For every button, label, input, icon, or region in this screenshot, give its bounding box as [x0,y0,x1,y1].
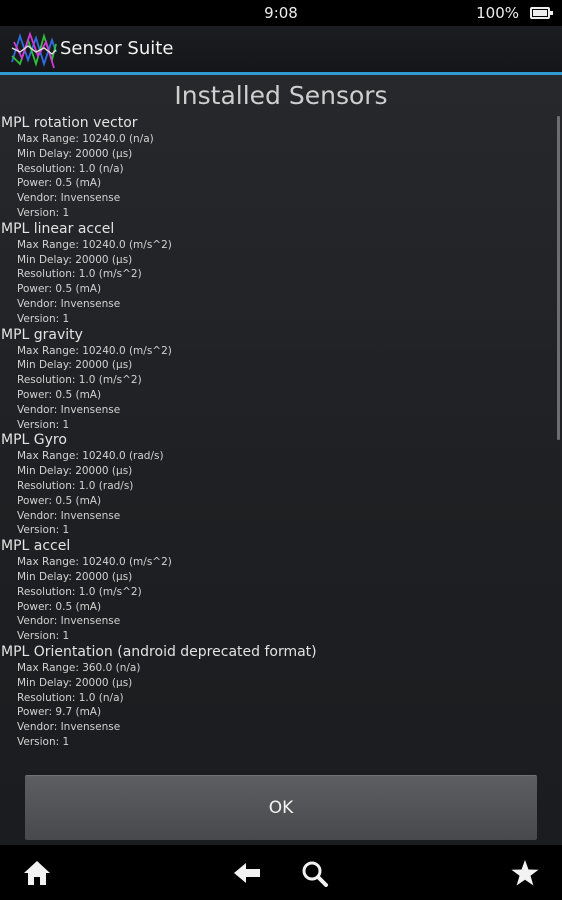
sensor-detail: Resolution: 1.0 (n/a) [17,162,124,175]
sensor-detail: Power: 0.5 (mA) [17,600,102,613]
sensor-detail: Version: 1 [17,735,70,748]
sensor-detail: Version: 1 [17,206,70,219]
sensor-detail: Max Range: 10240.0 (m/s^2) [17,238,172,251]
battery-percent: 100% [476,4,519,22]
sensor-name: MPL Orientation (android deprecated form… [1,643,317,660]
sensor-detail: Vendor: Invensense [17,721,121,734]
sensor-name: MPL accel [1,538,71,555]
home-icon[interactable] [22,859,52,887]
sensor-detail: Min Delay: 20000 (µs) [17,676,133,689]
sensor-detail: Vendor: Invensense [17,297,121,310]
sensor-detail: Power: 0.5 (mA) [17,177,102,190]
sensor-item: MPL gravity Max Range: 10240.0 (m/s^2) Min… [0,327,562,433]
action-bar: Sensor Suite [0,26,562,72]
sensor-detail: Power: 0.5 (mA) [17,388,102,401]
sensor-detail: Vendor: Invensense [17,192,121,205]
sensor-item: MPL Orientation (android deprecated form… [0,644,562,750]
sensor-item: MPL Gyro Max Range: 10240.0 (rad/s) Min De… [0,432,562,538]
sensor-detail: Vendor: Invensense [17,509,121,522]
sensor-detail: Power: 0.5 (mA) [17,494,102,507]
sensor-detail: Resolution: 1.0 (rad/s) [17,479,134,492]
battery-icon [530,7,553,19]
sensor-detail: Version: 1 [17,418,70,431]
sensor-detail: Max Range: 10240.0 (m/s^2) [17,344,172,357]
ok-button[interactable]: OK [25,775,537,840]
sensor-detail: Vendor: Invensense [17,615,121,628]
sensor-detail: Min Delay: 20000 (µs) [17,570,133,583]
sensor-item: MPL accel Max Range: 10240.0 (m/s^2) Min D… [0,538,562,644]
sensor-name: MPL linear accel [1,220,115,237]
sensor-name: MPL gravity [1,326,83,343]
sensor-list[interactable]: MPL rotation vector Max Range: 10240.0 (n… [0,115,562,769]
search-icon[interactable] [300,859,330,887]
sensor-detail: Max Range: 10240.0 (m/s^2) [17,556,172,569]
sensor-detail: Resolution: 1.0 (n/a) [17,691,124,704]
sensor-detail: Power: 9.7 (mA) [17,706,102,719]
app-title: Sensor Suite [60,38,174,59]
sensor-detail: Min Delay: 20000 (µs) [17,465,133,478]
sensor-detail: Version: 1 [17,312,70,325]
installed-sensors-dialog: Installed Sensors MPL rotation vector Max… [0,75,562,845]
sensor-name: MPL Gyro [1,432,67,449]
sensor-item: MPL rotation vector Max Range: 10240.0 (n… [0,115,562,221]
sensor-detail: Min Delay: 20000 (µs) [17,253,133,266]
sensor-detail: Vendor: Invensense [17,403,121,416]
dialog-title: Installed Sensors [174,81,388,110]
navigation-bar [0,845,562,900]
sensor-detail: Power: 0.5 (mA) [17,283,102,296]
sensor-detail: Resolution: 1.0 (m/s^2) [17,585,142,598]
sensor-detail: Resolution: 1.0 (m/s^2) [17,374,142,387]
sensor-detail: Min Delay: 20000 (µs) [17,359,133,372]
status-bar: 9:08 100% [0,0,562,26]
sensor-detail: Min Delay: 20000 (µs) [17,147,133,160]
sensor-detail: Max Range: 10240.0 (rad/s) [17,450,164,463]
sensor-detail: Version: 1 [17,524,70,537]
sensor-detail: Max Range: 360.0 (n/a) [17,661,141,674]
scrollbar[interactable] [557,116,560,440]
sensor-item: MPL linear accel Max Range: 10240.0 (m/s^… [0,221,562,327]
sensor-detail: Version: 1 [17,630,70,643]
sensor-name: MPL rotation vector [1,115,138,131]
star-icon[interactable] [510,859,540,887]
sensor-detail: Resolution: 1.0 (m/s^2) [17,268,142,281]
sensor-detail: Max Range: 10240.0 (n/a) [17,133,154,145]
back-icon[interactable] [232,859,262,887]
app-logo-icon[interactable] [11,30,57,70]
